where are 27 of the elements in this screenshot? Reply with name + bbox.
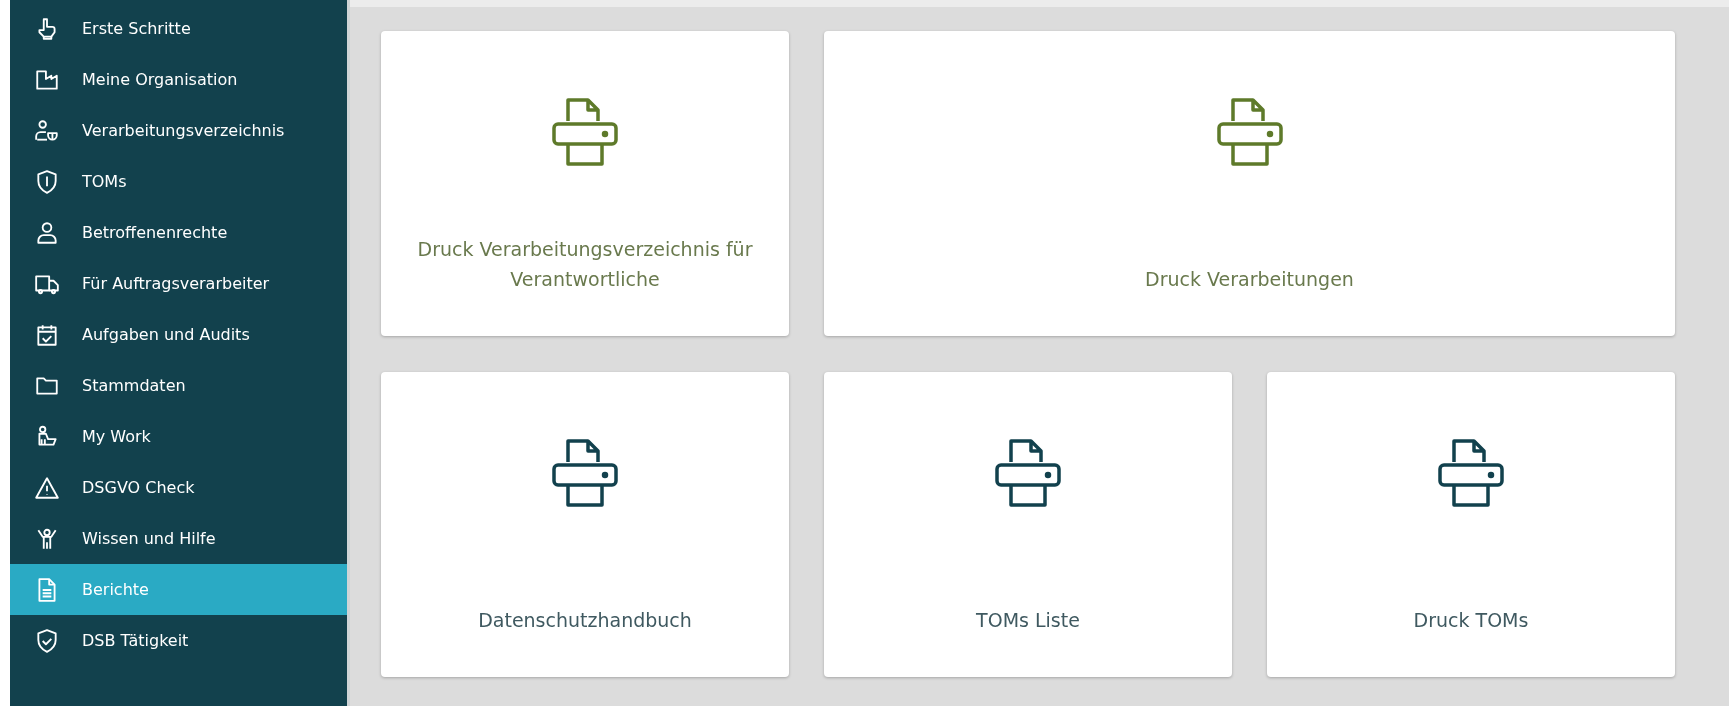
sidebar-item[interactable]: DSGVO Check bbox=[10, 462, 347, 513]
report-card[interactable]: Druck Verarbeitungsverzeichnis für Verantwortliche bbox=[381, 31, 789, 336]
shield-icon bbox=[34, 168, 60, 195]
report-card[interactable]: TOMs Liste bbox=[824, 372, 1232, 677]
card-title: Druck Verarbeitungsverzeichnis für Verantwortliche bbox=[416, 237, 754, 292]
sidebar-item[interactable]: Wissen und Hilfe bbox=[10, 513, 347, 564]
sidebar-item[interactable]: My Work bbox=[10, 411, 347, 462]
sidebar-item[interactable]: Aufgaben und Audits bbox=[10, 309, 347, 360]
report-card[interactable]: Druck TOMs bbox=[1267, 372, 1675, 677]
sidebar-item[interactable]: Meine Organisation bbox=[10, 54, 347, 105]
person-icon bbox=[34, 219, 60, 246]
card-title: Datenschutzhandbuch bbox=[477, 608, 693, 633]
sidebar-item[interactable]: DSB Tätigkeit bbox=[10, 615, 347, 666]
sidebar-item[interactable]: Betroffenenrechte bbox=[10, 207, 347, 258]
person-shield-icon bbox=[34, 117, 60, 144]
sidebar-item[interactable]: TOMs bbox=[10, 156, 347, 207]
card-title: Druck TOMs bbox=[1412, 608, 1530, 633]
sidebar-item[interactable]: Stammdaten bbox=[10, 360, 347, 411]
sidebar-item[interactable]: Für Auftragsverarbeiter bbox=[10, 258, 347, 309]
sidebar-item[interactable]: Erste Schritte bbox=[10, 3, 347, 54]
shield-check-icon bbox=[34, 627, 60, 654]
card-title: TOMs Liste bbox=[975, 608, 1081, 633]
card-title: Druck Verarbeitungen bbox=[1144, 267, 1355, 292]
report-card[interactable]: Druck Verarbeitungen bbox=[824, 31, 1675, 336]
warning-icon bbox=[34, 474, 60, 501]
sidebar-item[interactable]: Verarbeitungsverzeichnis bbox=[10, 105, 347, 156]
report-card[interactable]: Datenschutzhandbuch bbox=[381, 372, 789, 677]
